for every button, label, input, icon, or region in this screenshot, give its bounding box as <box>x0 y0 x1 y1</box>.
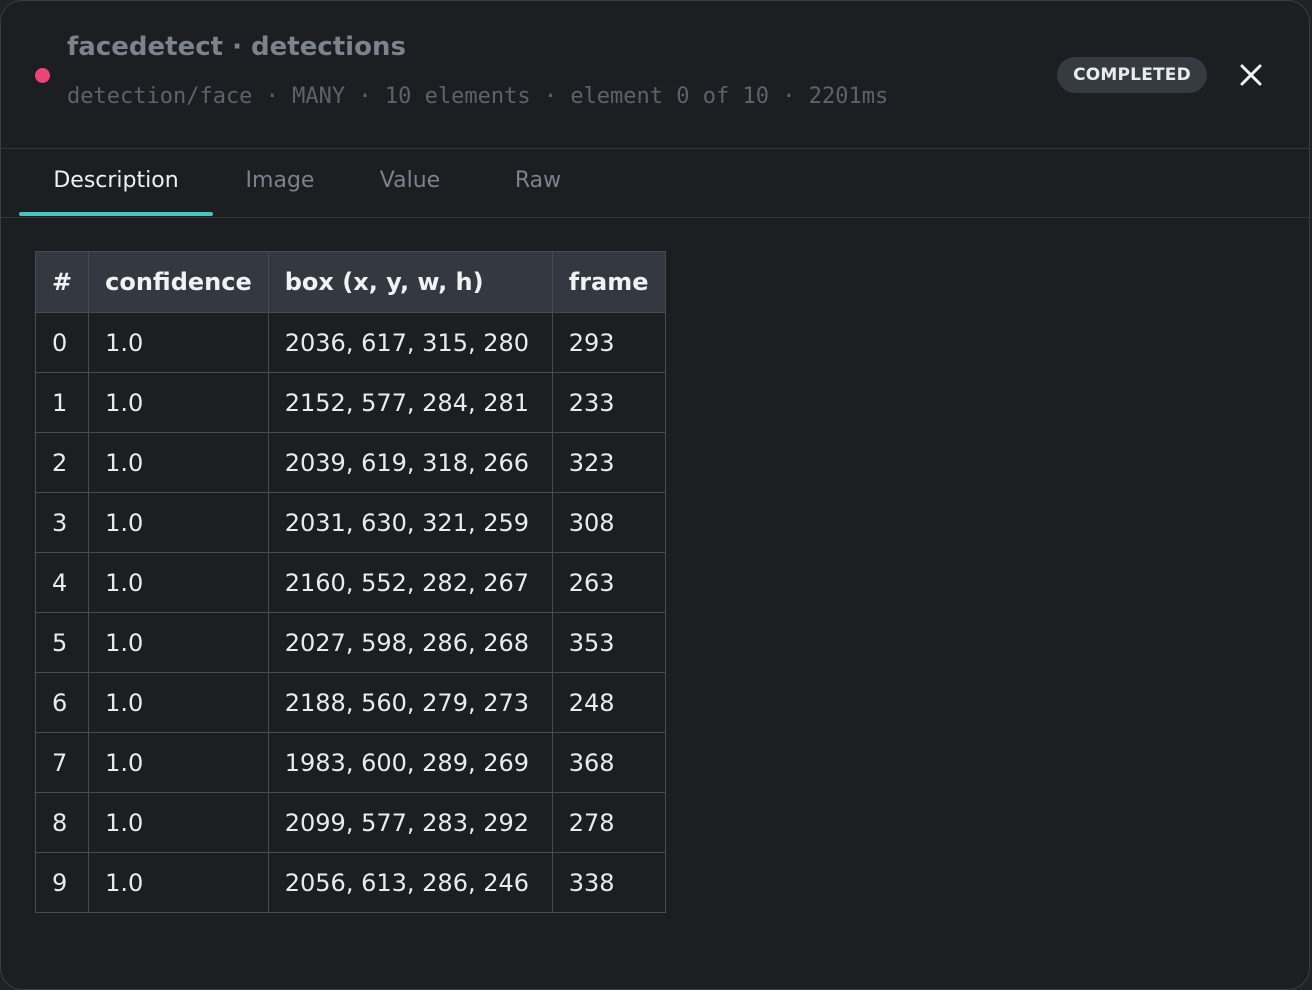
table-row: 6 1.0 2188, 560, 279, 273 248 <box>34 672 666 733</box>
cell-box: 2152, 577, 284, 281 <box>267 372 553 433</box>
column-header-frame: frame <box>551 251 666 313</box>
cell-box: 1983, 600, 289, 269 <box>267 732 553 793</box>
cell-confidence: 1.0 <box>88 312 269 373</box>
cell-confidence: 1.0 <box>88 372 269 433</box>
cell-box: 2027, 598, 286, 268 <box>267 612 553 673</box>
table-row: 4 1.0 2160, 552, 282, 267 263 <box>34 552 666 613</box>
column-header-box: box (x, y, w, h) <box>267 251 553 313</box>
detections-table: # confidence box (x, y, w, h) frame 0 1.… <box>34 251 666 913</box>
cell-index: 6 <box>34 672 90 733</box>
cell-confidence: 1.0 <box>88 792 269 853</box>
tab-bar: Description Image Value Raw <box>1 149 1309 218</box>
column-header-index: # <box>34 251 90 313</box>
cell-frame: 233 <box>551 372 666 433</box>
cell-frame: 368 <box>551 732 666 793</box>
cell-frame: 353 <box>551 612 666 673</box>
cell-confidence: 1.0 <box>88 732 269 793</box>
cell-index: 2 <box>34 432 90 493</box>
cell-frame: 323 <box>551 432 666 493</box>
column-header-confidence: confidence <box>88 251 269 313</box>
table-row: 0 1.0 2036, 617, 315, 280 293 <box>34 312 666 373</box>
cell-box: 2188, 560, 279, 273 <box>267 672 553 733</box>
cell-frame: 278 <box>551 792 666 853</box>
cell-confidence: 1.0 <box>88 672 269 733</box>
cell-box: 2039, 619, 318, 266 <box>267 432 553 493</box>
cell-index: 8 <box>34 792 90 853</box>
cell-frame: 293 <box>551 312 666 373</box>
status-dot <box>35 68 50 83</box>
cell-index: 5 <box>34 612 90 673</box>
table-row: 1 1.0 2152, 577, 284, 281 233 <box>34 372 666 433</box>
table-row: 2 1.0 2039, 619, 318, 266 323 <box>34 432 666 493</box>
table-header-row: # confidence box (x, y, w, h) frame <box>34 251 666 313</box>
cell-box: 2031, 630, 321, 259 <box>267 492 553 553</box>
cell-confidence: 1.0 <box>88 492 269 553</box>
cell-frame: 248 <box>551 672 666 733</box>
panel-subtitle: detection/face · MANY · 10 elements · el… <box>67 84 889 109</box>
cell-box: 2036, 617, 315, 280 <box>267 312 553 373</box>
cell-frame: 263 <box>551 552 666 613</box>
tab-value[interactable]: Value <box>357 149 463 217</box>
cell-box: 2160, 552, 282, 267 <box>267 552 553 613</box>
cell-box: 2099, 577, 283, 292 <box>267 792 553 853</box>
tab-raw[interactable]: Raw <box>495 149 581 217</box>
cell-confidence: 1.0 <box>88 852 269 913</box>
cell-confidence: 1.0 <box>88 612 269 673</box>
table-row: 9 1.0 2056, 613, 286, 246 338 <box>34 852 666 913</box>
cell-index: 3 <box>34 492 90 553</box>
close-icon <box>1240 64 1262 86</box>
cell-confidence: 1.0 <box>88 432 269 493</box>
cell-index: 9 <box>34 852 90 913</box>
tab-description[interactable]: Description <box>19 149 213 217</box>
close-button[interactable] <box>1233 57 1269 93</box>
table-row: 8 1.0 2099, 577, 283, 292 278 <box>34 792 666 853</box>
active-tab-indicator <box>19 212 213 216</box>
cell-box: 2056, 613, 286, 246 <box>267 852 553 913</box>
cell-index: 7 <box>34 732 90 793</box>
table-row: 5 1.0 2027, 598, 286, 268 353 <box>34 612 666 673</box>
detections-panel: facedetect · detections detection/face ·… <box>0 0 1310 990</box>
tab-image[interactable]: Image <box>225 149 335 217</box>
cell-index: 0 <box>34 312 90 373</box>
panel-title: facedetect · detections <box>67 32 406 62</box>
cell-index: 1 <box>34 372 90 433</box>
table-row: 3 1.0 2031, 630, 321, 259 308 <box>34 492 666 553</box>
cell-frame: 338 <box>551 852 666 913</box>
cell-index: 4 <box>34 552 90 613</box>
cell-frame: 308 <box>551 492 666 553</box>
panel-header: facedetect · detections detection/face ·… <box>1 1 1309 149</box>
status-badge: COMPLETED <box>1057 57 1207 93</box>
cell-confidence: 1.0 <box>88 552 269 613</box>
table-row: 7 1.0 1983, 600, 289, 269 368 <box>34 732 666 793</box>
